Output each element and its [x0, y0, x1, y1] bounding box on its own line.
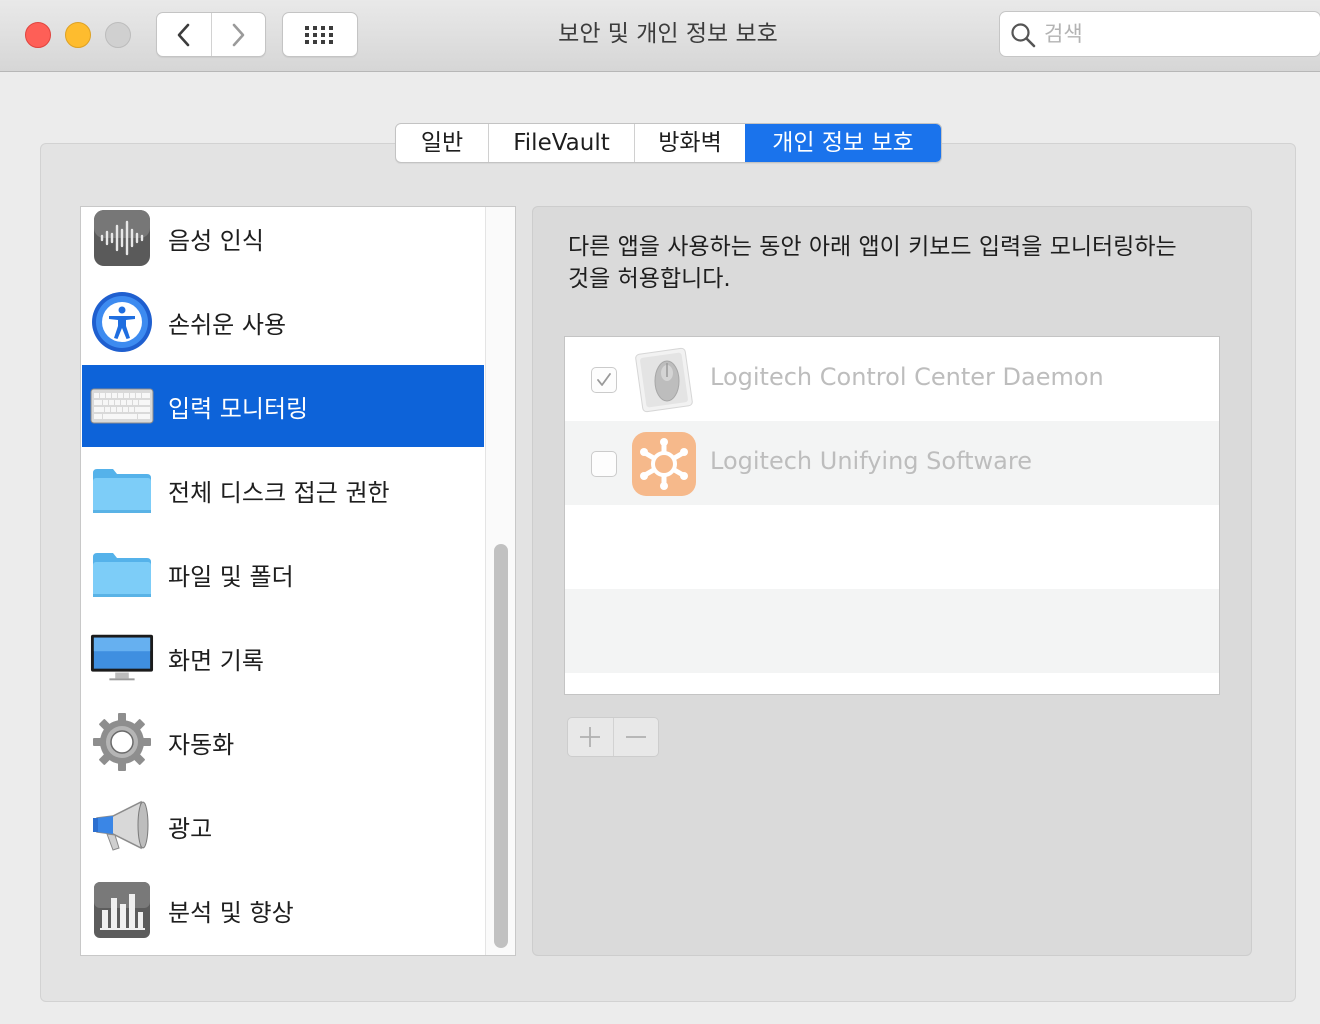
window-title: 보안 및 개인 정보 보호 [558, 21, 778, 47]
tab-bar: 일반 FileVault 방화벽 개인 정보 보호 [395, 123, 942, 163]
app-row: Logitech Control Center Daemon [565, 337, 1219, 421]
chevron-right-icon [232, 23, 245, 46]
analytics-chart-icon [90, 878, 154, 942]
minimize-window-button[interactable] [65, 22, 91, 48]
zoom-window-button [105, 22, 131, 48]
sidebar-item-accessibility[interactable]: 손쉬운 사용 [82, 281, 484, 363]
add-remove-buttons [567, 717, 659, 757]
navigation-buttons [156, 12, 266, 57]
gear-icon [90, 710, 154, 774]
back-button[interactable] [157, 13, 211, 56]
panel-description: 다른 앱을 사용하는 동안 아래 앱이 키보드 입력을 모니터링하는 것을 허용… [568, 231, 1228, 295]
privacy-category-list: 음성 인식 손쉬운 사용 입력 모니터링 전체 디스크 접근 권한 파일 및 폴… [80, 206, 516, 956]
sidebar-item-label: 분석 및 향상 [168, 898, 294, 927]
tab-filevault[interactable]: FileVault [488, 124, 634, 162]
keyboard-icon [90, 374, 154, 438]
scrollbar-thumb[interactable] [494, 544, 508, 948]
sidebar-item-label: 손쉬운 사용 [168, 310, 287, 339]
app-checkbox[interactable] [591, 451, 617, 477]
folder-icon [90, 458, 154, 522]
sidebar-item-analytics[interactable]: 분석 및 향상 [82, 869, 484, 951]
sidebar-item-label: 음성 인식 [168, 226, 264, 255]
app-row: Logitech Unifying Software [565, 421, 1219, 505]
sidebar-item-full-disk-access[interactable]: 전체 디스크 접근 권한 [82, 449, 484, 531]
speech-recognition-icon [90, 207, 154, 270]
checkmark-icon [597, 373, 611, 386]
empty-row [565, 589, 1219, 673]
sidebar-item-label: 자동화 [168, 730, 235, 759]
display-icon [90, 626, 154, 690]
sidebar-item-automation[interactable]: 자동화 [82, 701, 484, 783]
plus-icon [580, 727, 601, 747]
app-list: Logitech Control Center Daemon Logitech … [564, 336, 1220, 695]
app-name: Logitech Unifying Software [710, 447, 1032, 475]
sidebar-item-files-and-folders[interactable]: 파일 및 폴더 [82, 533, 484, 615]
sidebar-item-label: 화면 기록 [168, 646, 264, 675]
close-window-button[interactable] [25, 22, 51, 48]
accessibility-icon [90, 290, 154, 354]
tab-firewall[interactable]: 방화벽 [634, 124, 745, 162]
title-bar: 보안 및 개인 정보 보호 [0, 0, 1320, 72]
sidebar-item-input-monitoring[interactable]: 입력 모니터링 [82, 365, 484, 447]
add-app-button[interactable] [568, 718, 613, 756]
tab-general[interactable]: 일반 [396, 124, 488, 162]
search-icon [1011, 23, 1036, 48]
chevron-left-icon [177, 23, 190, 46]
sidebar-item-label: 전체 디스크 접근 권한 [168, 478, 390, 507]
sidebar-item-advertising[interactable]: 광고 [82, 785, 484, 867]
app-name: Logitech Control Center Daemon [710, 363, 1104, 391]
search-input[interactable] [1044, 18, 1304, 50]
folder-icon [90, 542, 154, 606]
remove-app-button[interactable] [612, 718, 659, 756]
tab-privacy[interactable]: 개인 정보 보호 [745, 124, 941, 162]
show-all-button[interactable] [282, 12, 358, 57]
sidebar-item-label: 입력 모니터링 [168, 394, 309, 423]
empty-row [565, 505, 1219, 589]
search-field[interactable] [999, 11, 1320, 57]
app-checkbox[interactable] [591, 367, 617, 393]
minus-icon [625, 736, 646, 738]
logitech-mouse-icon [631, 347, 697, 413]
grid-icon [305, 25, 333, 44]
sidebar-item-speech-recognition[interactable]: 음성 인식 [82, 207, 484, 279]
forward-button[interactable] [210, 13, 266, 56]
sidebar-item-label: 파일 및 폴더 [168, 562, 294, 591]
description-line: 다른 앱을 사용하는 동안 아래 앱이 키보드 입력을 모니터링하는 [568, 234, 1177, 260]
megaphone-icon [90, 794, 154, 858]
logitech-unifying-icon [631, 431, 697, 497]
sidebar-scrollbar[interactable] [485, 207, 515, 955]
description-line: 것을 허용합니다. [568, 266, 731, 292]
sidebar-item-label: 광고 [168, 814, 213, 843]
sidebar-item-screen-recording[interactable]: 화면 기록 [82, 617, 484, 699]
